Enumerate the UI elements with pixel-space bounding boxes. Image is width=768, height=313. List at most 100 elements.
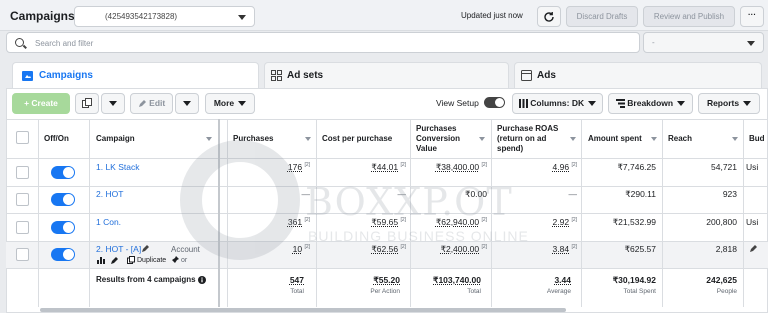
cell-purchases[interactable]: 10 [2] xyxy=(228,244,310,254)
refresh-button[interactable] xyxy=(537,6,561,27)
col-purchases[interactable]: Purchases xyxy=(233,134,273,144)
divider xyxy=(38,119,39,307)
col-budget[interactable]: Bud xyxy=(749,134,765,144)
campaign-toggle[interactable] xyxy=(51,248,75,261)
cell-purchases[interactable]: 361 [2] xyxy=(228,217,310,227)
total-purchases: 547 xyxy=(228,275,304,285)
columns-button[interactable]: Columns: DK xyxy=(512,93,603,114)
total-cost-label: Per Action xyxy=(370,288,400,295)
results-label: Results from 4 campaigns xyxy=(96,275,196,284)
breakdown-label: Breakdown xyxy=(627,98,674,108)
cell-spent: ₹625.57 xyxy=(624,244,656,254)
review-publish-button[interactable]: Review and Publish xyxy=(643,6,735,27)
row-checkbox[interactable] xyxy=(16,248,29,261)
reports-button[interactable]: Reports xyxy=(698,93,760,114)
tab-ad-sets[interactable]: Ad sets xyxy=(264,62,509,88)
sort-icon[interactable] xyxy=(570,137,576,141)
value: 176 xyxy=(287,162,303,172)
tab-label: Ads xyxy=(537,70,556,81)
cell-roas[interactable]: 3.84 [2] xyxy=(492,244,577,254)
sort-icon[interactable] xyxy=(732,137,738,141)
cell-spent: ₹21,532.99 xyxy=(612,217,656,227)
chart-icon[interactable] xyxy=(97,256,105,264)
value: 2.92 xyxy=(552,217,570,227)
tab-campaigns[interactable]: Campaigns xyxy=(12,62,259,88)
value: 547 xyxy=(289,275,304,285)
info-icon: [2] xyxy=(304,217,310,223)
cell-value: ₹0.00 xyxy=(465,189,487,199)
view-setup-toggle[interactable] xyxy=(484,97,505,108)
value: 3.44 xyxy=(554,275,571,285)
info-icon: [2] xyxy=(571,162,577,168)
search-bar[interactable]: Search and filter xyxy=(6,32,640,53)
discard-drafts-button[interactable]: Discard Drafts xyxy=(566,6,638,27)
more-button[interactable]: More xyxy=(205,93,255,114)
more-options-button[interactable]: ··· xyxy=(740,6,764,27)
cell-purchases[interactable]: 176 [2] xyxy=(228,162,310,172)
col-reach[interactable]: Reach xyxy=(668,134,692,144)
value: ₹59.65 xyxy=(371,217,399,227)
create-button[interactable]: + Create xyxy=(12,93,70,114)
row-checkbox[interactable] xyxy=(16,166,29,179)
select-all-checkbox[interactable] xyxy=(16,131,29,144)
cell-cost[interactable]: ₹62.56 [2] xyxy=(317,244,406,255)
value: 361 xyxy=(287,217,303,227)
filter-dropdown[interactable]: - xyxy=(643,32,764,53)
chevron-down-icon xyxy=(677,101,686,107)
pencil-icon[interactable] xyxy=(142,244,150,252)
edit-menu-button[interactable] xyxy=(175,93,199,114)
breakdown-button[interactable]: Breakdown xyxy=(608,93,693,114)
campaign-name-link[interactable]: 1 Con. xyxy=(96,217,121,227)
col-conversion-value[interactable]: Purchases Conversion Value xyxy=(416,124,460,154)
row-checkbox[interactable] xyxy=(16,221,29,234)
value: ₹44.01 xyxy=(371,162,399,172)
chevron-down-icon xyxy=(588,101,597,107)
campaign-toggle[interactable] xyxy=(51,193,75,206)
value: 3.84 xyxy=(552,244,570,254)
value: 4.96 xyxy=(552,162,570,172)
divider xyxy=(6,241,768,242)
cell-cost[interactable]: ₹44.01 [2] xyxy=(317,162,406,173)
campaign-name-link[interactable]: 2. HOT xyxy=(96,189,123,199)
cell-value[interactable]: ₹38,400.00 [2] xyxy=(411,162,487,173)
col-roas[interactable]: Purchase ROAS (return on ad spend) xyxy=(497,124,558,154)
cell-value[interactable]: ₹62,940.00 [2] xyxy=(411,217,487,228)
cell-spent: ₹7,746.25 xyxy=(617,162,657,172)
cell-value[interactable]: ₹2,400.00 [2] xyxy=(411,244,487,255)
campaign-toggle[interactable] xyxy=(51,166,75,179)
col-amount-spent[interactable]: Amount spent xyxy=(588,134,642,144)
cell-roas[interactable]: 4.96 [2] xyxy=(492,162,577,172)
extra-label: or xyxy=(181,257,188,264)
pencil-icon[interactable] xyxy=(750,244,758,252)
total-reach: 242,625 xyxy=(706,275,737,285)
grid-icon xyxy=(271,70,282,81)
cell-budget: Usi xyxy=(746,162,759,172)
campaign-name-link[interactable]: 2. HOT - [A] xyxy=(96,244,141,254)
sort-icon[interactable] xyxy=(206,137,212,141)
duplicate-button[interactable] xyxy=(75,93,99,114)
duplicate-menu-button[interactable] xyxy=(101,93,125,114)
copy-icon[interactable] xyxy=(127,256,135,264)
cell-cost[interactable]: ₹59.65 [2] xyxy=(317,217,406,228)
divider xyxy=(218,119,220,307)
duplicate-link[interactable]: Duplicate xyxy=(137,257,166,264)
copy-icon xyxy=(82,98,92,108)
horizontal-scrollbar[interactable] xyxy=(40,308,566,312)
col-off-on[interactable]: Off/On xyxy=(44,134,69,144)
cell-roas[interactable]: 2.92 [2] xyxy=(492,217,577,227)
cell-reach: 2,818 xyxy=(715,244,737,254)
pencil-icon[interactable] xyxy=(111,256,119,264)
account-selector[interactable]: (425493542173828) xyxy=(74,6,255,27)
col-cost-per-purchase[interactable]: Cost per purchase xyxy=(322,134,392,144)
sort-icon[interactable] xyxy=(651,137,657,141)
info-icon[interactable] xyxy=(197,275,206,284)
row-checkbox[interactable] xyxy=(16,193,29,206)
tab-ads[interactable]: Ads xyxy=(514,62,762,88)
pin-icon[interactable] xyxy=(172,256,180,264)
campaign-name-link[interactable]: 1. LK Stack xyxy=(96,162,139,172)
campaign-toggle[interactable] xyxy=(51,221,75,234)
sort-icon[interactable] xyxy=(479,137,485,141)
col-campaign[interactable]: Campaign xyxy=(96,134,135,144)
sort-icon[interactable] xyxy=(305,137,311,141)
edit-button[interactable]: Edit xyxy=(130,93,173,114)
